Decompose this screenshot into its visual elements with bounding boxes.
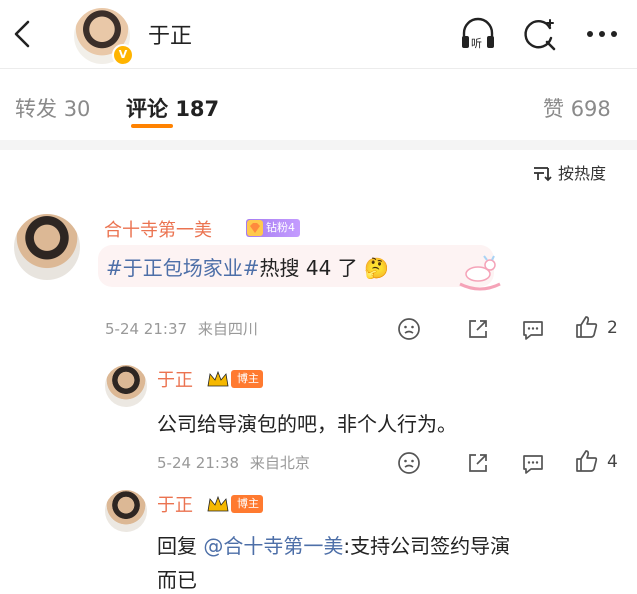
mention-link[interactable]: @合十寺第一美 [203, 534, 343, 558]
sort-label: 按热度 [558, 164, 607, 183]
reply-location: 来自北京 [249, 454, 310, 472]
sort-icon [534, 167, 552, 182]
reply-username[interactable]: 于正 [157, 491, 193, 517]
reaction-face-icon[interactable] [396, 316, 422, 342]
tab-reposts-label: 转发 [15, 97, 57, 121]
active-tab-indicator [131, 124, 173, 128]
like-count: 4 [607, 452, 618, 472]
crown-icon [207, 495, 229, 512]
reaction-face-icon[interactable] [396, 450, 422, 476]
tab-reposts[interactable]: 转发 30 [15, 93, 90, 123]
like-thumb-icon[interactable] [574, 314, 600, 340]
listen-button[interactable]: 听 [458, 14, 498, 54]
tab-comments-label: 评论 [126, 97, 168, 121]
more-dots-icon [587, 31, 617, 37]
reply-username[interactable]: 于正 [157, 366, 193, 392]
thinking-emoji: 🤔 [364, 256, 389, 280]
tab-comments-count: 187 [175, 97, 220, 121]
reply-text: 公司给导演包的吧，非个人行为。 [157, 412, 457, 436]
reply-text: 回复 @合十寺第一美:支持公司签约导演 [157, 530, 510, 559]
reply-body-line1: :支持公司签约导演 [343, 534, 511, 558]
fan-badge[interactable]: 钻粉4 [246, 219, 300, 237]
tab-comments[interactable]: 评论 187 [126, 93, 219, 123]
share-icon[interactable] [465, 316, 491, 342]
comment-location: 来自四川 [197, 320, 258, 338]
reply-icon[interactable] [520, 316, 546, 342]
comment-text: #于正包场家业#热搜 44 了 🤔 [106, 252, 389, 281]
blogger-badge: 博主 [231, 370, 263, 388]
search-icon [524, 19, 556, 51]
comment-username[interactable]: 合十寺第一美 [104, 216, 212, 242]
like-thumb-icon[interactable] [574, 448, 600, 474]
headphones-icon: 听 [462, 17, 494, 50]
verified-badge-icon: V [112, 44, 134, 66]
section-separator [0, 140, 637, 150]
reply-time: 5-24 21:38 [157, 454, 240, 472]
reply-icon[interactable] [520, 450, 546, 476]
tab-reposts-count: 30 [63, 97, 91, 121]
page-title: 于正 [148, 24, 193, 49]
crown-icon [207, 370, 229, 387]
sort-button[interactable]: 按热度 [532, 160, 606, 184]
diamond-fan-icon [247, 220, 263, 236]
top-bar: V 于正 听 [0, 0, 637, 70]
search-button[interactable] [520, 14, 560, 54]
avatar[interactable] [14, 214, 80, 280]
tab-likes-label: 赞 [543, 97, 564, 121]
blogger-badge: 博主 [231, 495, 263, 513]
back-button[interactable] [8, 14, 38, 54]
tab-likes-count: 698 [570, 97, 611, 121]
header-divider [0, 68, 637, 69]
back-arrow-icon [14, 20, 30, 48]
reply-body-line2: 而已 [157, 568, 197, 592]
comment-body: 热搜 44 了 [259, 256, 358, 280]
more-button[interactable] [582, 14, 622, 54]
comment-meta: 5-24 21:37 来自四川 [105, 318, 258, 339]
comment-time: 5-24 21:37 [105, 320, 188, 338]
avatar[interactable] [105, 365, 147, 407]
like-count: 2 [607, 318, 618, 338]
reply-prefix: 回复 [157, 534, 197, 558]
avatar[interactable] [105, 490, 147, 532]
topic-link[interactable]: #于正包场家业# [106, 256, 260, 280]
tab-likes[interactable]: 赞 698 [543, 93, 611, 123]
svg-text:听: 听 [471, 37, 482, 50]
reply-meta: 5-24 21:38 来自北京 [157, 452, 310, 473]
rocking-horse-sticker-icon [459, 255, 501, 291]
share-icon[interactable] [465, 450, 491, 476]
